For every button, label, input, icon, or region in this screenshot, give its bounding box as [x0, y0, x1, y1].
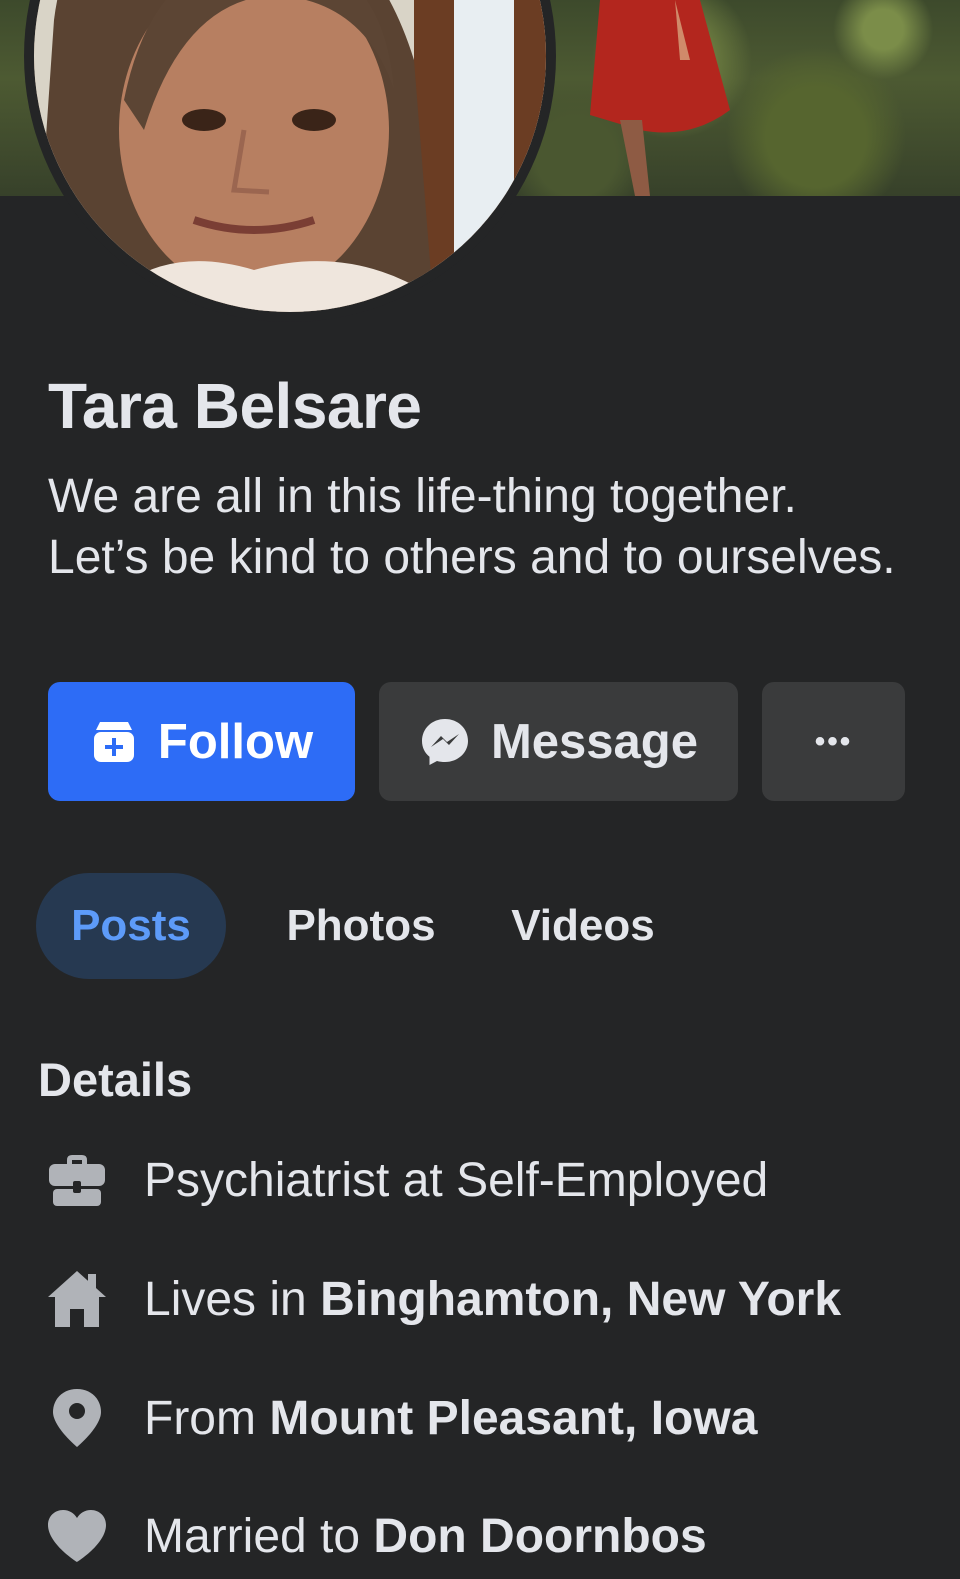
- detail-relationship[interactable]: Married to Don Doornbos: [46, 1500, 707, 1572]
- detail-lives-in-place[interactable]: Binghamton, New York: [320, 1273, 841, 1326]
- avatar[interactable]: [34, 0, 546, 312]
- avatar-portrait-illustration: [34, 0, 546, 312]
- profile-name: Tara Belsare: [48, 370, 422, 442]
- messenger-icon: [421, 718, 468, 765]
- detail-from-prefix: From: [144, 1391, 270, 1445]
- message-button[interactable]: Message: [379, 682, 738, 801]
- profile-tabs: Posts Photos Videos: [36, 872, 694, 980]
- cover-figure-illustration: [590, 0, 730, 196]
- profile-avatar-frame: [24, 0, 556, 322]
- detail-work-text: Psychiatrist at Self-Employed: [144, 1153, 769, 1207]
- detail-relationship-partner[interactable]: Don Doornbos: [373, 1510, 706, 1563]
- tab-photos[interactable]: Photos: [226, 873, 496, 979]
- profile-bio: We are all in this life-thing together. …: [48, 470, 896, 584]
- tab-posts[interactable]: Posts: [36, 873, 226, 979]
- detail-from-place[interactable]: Mount Pleasant, Iowa: [269, 1392, 757, 1445]
- home-icon: [46, 1268, 108, 1330]
- more-options-icon: •••: [814, 724, 853, 758]
- detail-from[interactable]: From Mount Pleasant, Iowa: [46, 1382, 757, 1454]
- message-button-label: Message: [490, 714, 698, 769]
- location-pin-icon: [46, 1387, 108, 1449]
- details-heading: Details: [38, 1053, 193, 1106]
- heart-icon: [46, 1505, 108, 1567]
- tab-videos[interactable]: Videos: [472, 873, 694, 979]
- follow-button-label: Follow: [157, 714, 314, 769]
- detail-lives-in-prefix: Lives in: [144, 1272, 321, 1326]
- detail-relationship-prefix: Married to: [144, 1509, 374, 1563]
- more-options-button[interactable]: •••: [762, 682, 905, 801]
- follow-button[interactable]: Follow: [48, 682, 355, 801]
- briefcase-icon: [46, 1149, 108, 1211]
- detail-work[interactable]: Psychiatrist at Self-Employed: [46, 1144, 768, 1216]
- detail-lives-in[interactable]: Lives in Binghamton, New York: [46, 1263, 841, 1335]
- follow-icon: [93, 721, 134, 762]
